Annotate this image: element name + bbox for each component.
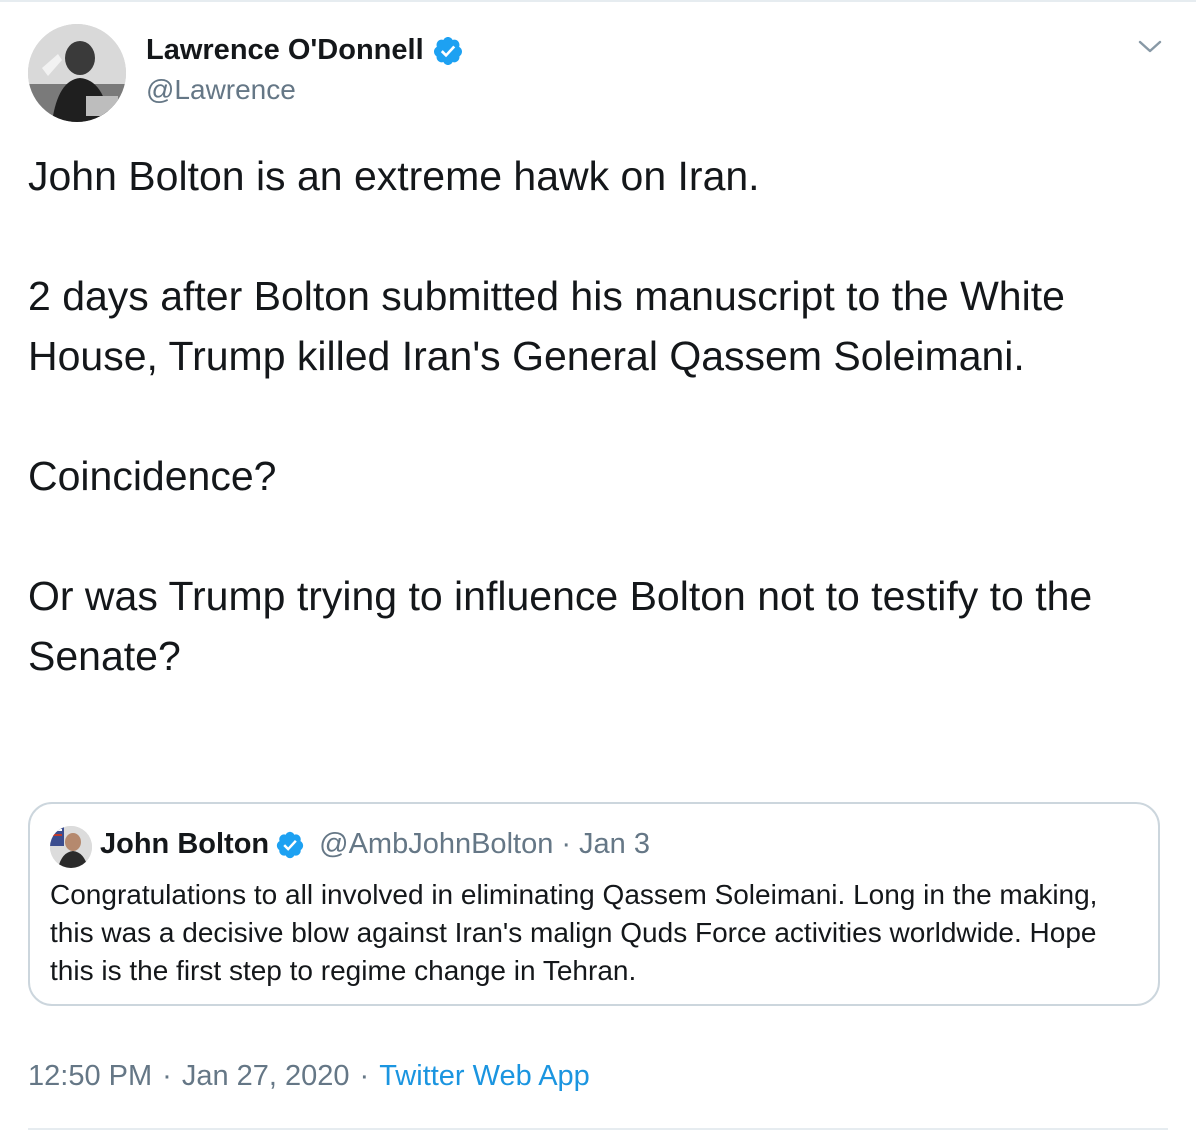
quoted-author-avatar[interactable] [50, 826, 92, 868]
top-divider [0, 0, 1196, 2]
quoted-separator: · [561, 828, 571, 860]
tweet-paragraph: 2 days after Bolton submitted his manusc… [28, 273, 1065, 379]
verified-badge-icon [433, 36, 462, 65]
quoted-author-handle[interactable]: @AmbJohnBolton [319, 828, 553, 861]
verified-badge-icon [277, 831, 304, 858]
quoted-tweet-card[interactable]: John Bolton @AmbJohnBolton · Jan 3 Congr… [28, 802, 1160, 1006]
tweet-source-link[interactable]: Twitter Web App [379, 1060, 590, 1092]
author-avatar[interactable] [28, 24, 126, 122]
quoted-avatar-photo-icon [50, 826, 92, 868]
tweet-time[interactable]: 12:50 PM [28, 1060, 152, 1092]
chevron-down-icon [1138, 40, 1162, 53]
tweet-menu-button[interactable] [1136, 36, 1164, 58]
avatar-photo-icon [28, 24, 126, 122]
quoted-header: John Bolton @AmbJohnBolton · Jan 3 [100, 828, 650, 861]
bottom-divider [28, 1128, 1168, 1130]
quoted-date[interactable]: Jan 3 [579, 828, 650, 861]
tweet-meta: 12:50 PM · Jan 27, 2020 · Twitter Web App [28, 1060, 590, 1093]
quoted-tweet-text: Congratulations to all involved in elimi… [50, 879, 1098, 986]
meta-separator: · [359, 1060, 370, 1092]
tweet-paragraph: John Bolton is an extreme hawk on Iran. [28, 153, 760, 199]
meta-separator: · [162, 1060, 172, 1092]
tweet-paragraph: Or was Trump trying to influence Bolton … [28, 573, 1093, 679]
author-handle[interactable]: @Lawrence [146, 74, 296, 106]
author-name-row[interactable]: Lawrence O'Donnell [146, 34, 464, 67]
author-name[interactable]: Lawrence O'Donnell [146, 34, 424, 67]
tweet-date[interactable]: Jan 27, 2020 [182, 1060, 350, 1092]
quoted-author-name[interactable]: John Bolton [100, 828, 269, 861]
tweet-paragraph: Coincidence? [28, 453, 277, 499]
tweet-text: John Bolton is an extreme hawk on Iran. … [28, 146, 1178, 686]
